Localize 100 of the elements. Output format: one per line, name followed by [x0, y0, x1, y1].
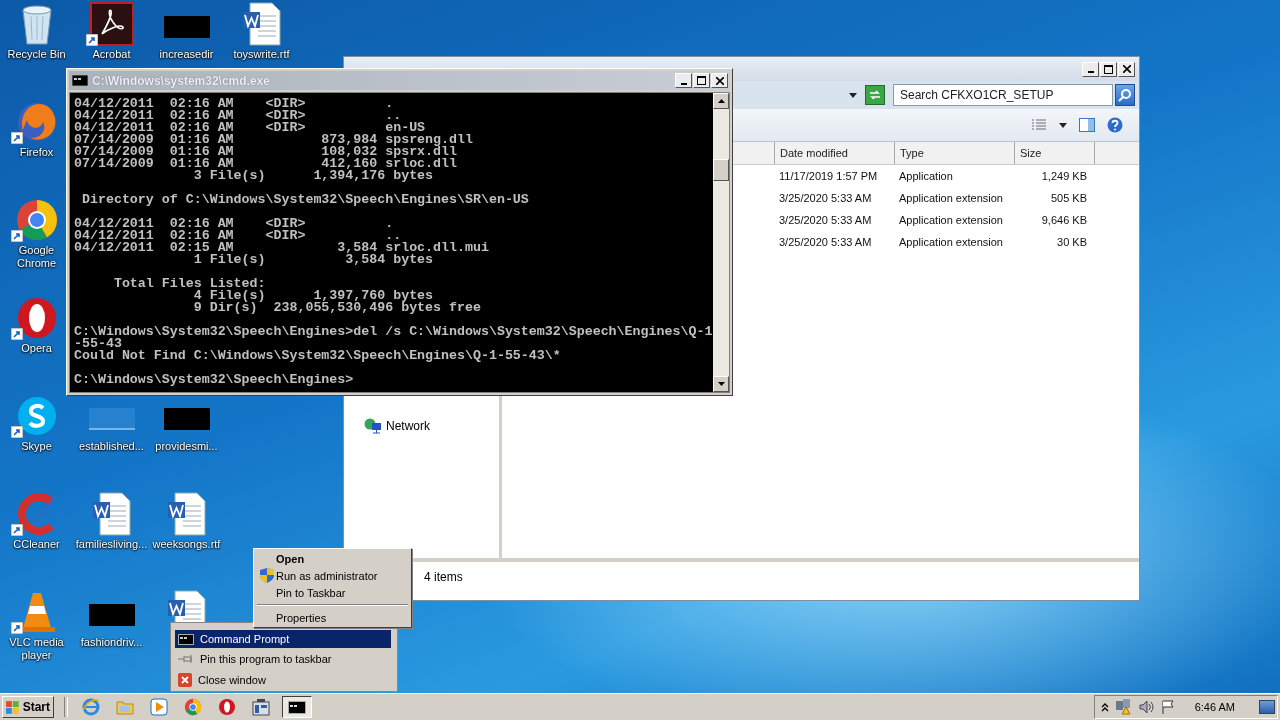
console-line: 04/12/2011 02:16 AM <DIR> . [74, 218, 395, 230]
dropdown-arrow-icon[interactable] [1059, 122, 1067, 128]
desktop-icon-label[interactable]: CCleaner [13, 538, 60, 551]
status-text: 4 items [424, 570, 463, 584]
folder-icon [116, 699, 134, 715]
close-button[interactable] [711, 73, 728, 88]
desktop-icon-label[interactable]: Firefox [19, 146, 54, 159]
windows-logo-icon [6, 700, 20, 714]
nav-item[interactable]: Network [364, 418, 499, 434]
pdf-icon[interactable] [89, 2, 134, 46]
app-icon [252, 698, 270, 716]
table-cell-text: Application [898, 170, 954, 182]
menu-item[interactable]: Run as administrator [256, 567, 409, 584]
desktop-icon-label[interactable]: Opera [21, 342, 52, 355]
desktop-icon-label[interactable]: VLC media player [0, 636, 74, 662]
desktop-icon-label[interactable]: Recycle Bin [7, 48, 66, 61]
console-line: Directory of C:\Windows\System32\Speech\Engines\SR\en-US [80, 194, 530, 206]
desktop-icon-label[interactable]: Skype [21, 440, 52, 453]
refresh-icon [868, 89, 882, 101]
menu-item[interactable]: Properties [256, 609, 409, 626]
maximize-icon [697, 76, 706, 85]
chevron-up-icon[interactable] [1100, 702, 1109, 712]
console-line: 3 File(s) 1,394,176 bytes [192, 170, 435, 182]
table-cell-text: 3/25/2020 5:33 AM [778, 192, 873, 204]
column-header[interactable]: Date modified [774, 142, 894, 164]
chrome-icon [184, 698, 202, 716]
table-cell-text: 9,646 KB [1040, 214, 1088, 226]
menu-item[interactable]: Command Prompt [175, 630, 391, 649]
desktop-icon-label[interactable]: familiesliving... [75, 538, 148, 551]
console-line: 07/14/2009 01:16 AM 108,032 spsrx.dll [74, 146, 457, 158]
scrollbar[interactable] [713, 93, 729, 392]
command-prompt-icon [72, 75, 88, 86]
menu-item[interactable]: Close window [175, 670, 391, 689]
command-prompt-icon [288, 700, 306, 714]
table-cell-text: 3/25/2020 5:33 AM [778, 236, 873, 248]
scroll-thumb[interactable] [713, 159, 729, 181]
column-header[interactable]: Type [894, 142, 1014, 164]
menu-item[interactable]: Pin to Taskbar [256, 584, 409, 601]
network-icon [364, 418, 382, 434]
network-warning-icon[interactable] [1114, 699, 1133, 715]
flag-icon[interactable] [1160, 700, 1175, 714]
word-document-icon[interactable] [166, 492, 207, 536]
console-line: 07/14/2009 01:16 AM 873,984 spsreng.dll [74, 134, 474, 146]
desktop-icon-label[interactable]: established... [79, 440, 144, 453]
maximize-button[interactable] [1100, 61, 1117, 77]
clock[interactable]: 6:46 AM [1194, 701, 1235, 713]
console-line: -55-43 [74, 338, 122, 350]
table-cell-text: Application extension [898, 192, 1004, 204]
console-line: 07/14/2009 01:16 AM 412,160 srloc.dll [74, 158, 458, 170]
search-field[interactable]: Search CFKXO1CR_SETUP [893, 84, 1113, 106]
console-line: Could Not Find C:\Windows\System32\Speech\Engines\Q-1-55-43\* [74, 350, 562, 362]
console-line: 04/12/2011 02:16 AM <DIR> .. [74, 110, 402, 122]
speaker-icon[interactable] [1138, 700, 1155, 714]
minimize-button[interactable] [675, 73, 692, 88]
table-cell-text: Application extension [898, 236, 1004, 248]
browser-icon [82, 698, 100, 716]
desktop-icon-label[interactable]: fashiondriv... [80, 636, 143, 649]
minimize-icon [1087, 71, 1094, 73]
close-icon [178, 672, 192, 687]
start-button[interactable]: Start [2, 696, 54, 718]
show-desktop-button[interactable] [1259, 700, 1275, 714]
scroll-down-icon[interactable] [717, 382, 725, 386]
menu-item[interactable]: Pin this program to taskbar [175, 650, 391, 669]
menu-item[interactable]: Open [256, 550, 409, 567]
refresh-button[interactable] [865, 85, 885, 105]
table-cell-text: 505 KB [1049, 192, 1088, 204]
word-document-icon[interactable] [91, 492, 132, 536]
table-cell-text: Application extension [898, 214, 1004, 226]
desktop-icon-label[interactable]: Acrobat [92, 48, 131, 61]
console-line: C:\Windows\System32\Speech\Engines> [74, 374, 355, 386]
media-player-icon [150, 698, 168, 716]
desktop-icon-label[interactable]: Google Chrome [7, 244, 66, 270]
taskbar-button[interactable] [282, 696, 312, 718]
chrome-icon[interactable] [14, 198, 59, 242]
redaction-icon[interactable] [163, 408, 210, 430]
maximize-button[interactable] [693, 73, 710, 88]
command-prompt-icon [178, 633, 194, 645]
table-cell-text: 11/17/2019 1:57 PM [778, 170, 879, 182]
column-header[interactable]: Size [1014, 142, 1094, 164]
search-icon [1118, 88, 1132, 102]
minimize-button[interactable] [1082, 61, 1099, 77]
desktop-icon-label[interactable]: weeksongs.rtf [152, 538, 221, 551]
console-line: 04/12/2011 02:16 AM <DIR> .. [74, 230, 402, 242]
desktop-icon-label[interactable]: providesmi... [155, 440, 218, 453]
desktop-icon-label[interactable]: increasedir [159, 48, 214, 61]
dropdown-arrow-icon[interactable] [849, 92, 857, 98]
shield-icon [260, 568, 274, 583]
console-line: 4 File(s) 1,397,760 bytes [192, 290, 434, 302]
desktop-icon-label[interactable]: toyswrite.rtf [233, 48, 290, 61]
search-button[interactable] [1115, 84, 1135, 106]
table-cell-text: 3/25/2020 5:33 AM [778, 214, 873, 226]
window-title: C:\Windows\system32\cmd.exe [92, 73, 271, 88]
word-document-icon[interactable] [241, 2, 282, 46]
close-button[interactable] [1118, 61, 1135, 77]
scroll-up-icon[interactable] [717, 99, 725, 103]
pin-icon [178, 654, 194, 665]
preview-pane-icon[interactable] [1079, 118, 1095, 132]
help-icon[interactable] [1107, 117, 1123, 133]
redaction-icon[interactable] [163, 16, 210, 38]
redaction-icon[interactable] [88, 604, 135, 626]
